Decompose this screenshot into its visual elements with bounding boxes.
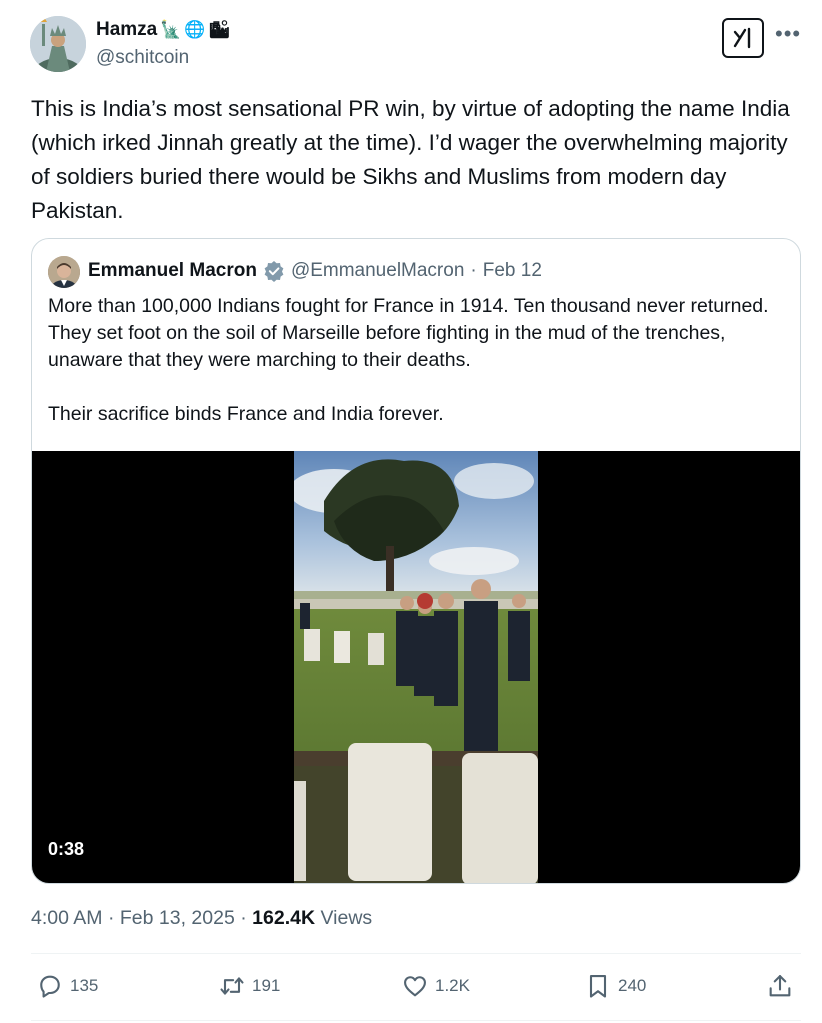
- grok-button[interactable]: [722, 18, 764, 58]
- repost-count: 191: [252, 976, 281, 995]
- grok-icon: [733, 27, 751, 49]
- share-button[interactable]: [766, 972, 794, 1000]
- reply-icon: [40, 975, 60, 998]
- bookmark-icon: [589, 975, 607, 998]
- verified-badge-icon: [264, 261, 284, 282]
- tweet-date[interactable]: Feb 13, 2025: [120, 907, 235, 929]
- quoted-tweet-header: Emmanuel Macron @EmmanuelMacron · Feb 12: [88, 260, 542, 282]
- quoted-tweet-text: More than 100,000 Indians fought for Fra…: [48, 293, 788, 428]
- cityscape-emoji: 🏙: [208, 19, 231, 40]
- heart-icon: [404, 976, 426, 997]
- repost-button[interactable]: 191: [218, 972, 280, 1000]
- tweet-meta: 4:00 AM · Feb 13, 2025 · 162.4K Views: [31, 907, 372, 930]
- tweet-time[interactable]: 4:00 AM: [31, 907, 103, 929]
- reply-button[interactable]: 135: [36, 972, 98, 1000]
- divider: [31, 953, 801, 954]
- like-button[interactable]: 1.2K: [401, 972, 470, 1000]
- author-avatar[interactable]: [30, 16, 86, 72]
- video-player[interactable]: 0:38: [32, 451, 800, 883]
- quoted-tweet-card[interactable]: Emmanuel Macron @EmmanuelMacron · Feb 12…: [31, 238, 801, 884]
- like-count: 1.2K: [435, 976, 470, 995]
- bookmark-count: 240: [618, 976, 647, 995]
- separator-dot: ·: [470, 260, 477, 281]
- author-display-name[interactable]: Hamza 🗽 🌐 🏙: [96, 19, 230, 41]
- bookmark-button[interactable]: 240: [584, 972, 646, 1000]
- quoted-tweet-paragraph: More than 100,000 Indians fought for Fra…: [48, 295, 769, 371]
- views-label: Views: [320, 907, 373, 929]
- more-icon: •••: [775, 21, 802, 46]
- views-count: 162.4K: [252, 907, 316, 929]
- share-icon: [769, 975, 791, 997]
- divider: [31, 1020, 801, 1021]
- separator-dot: ·: [240, 907, 247, 929]
- separator-dot: ·: [107, 907, 115, 929]
- quoted-author-avatar: [48, 256, 80, 288]
- quoted-tweet-paragraph: Their sacrifice binds France and India f…: [48, 403, 444, 425]
- author-name-text: Hamza: [96, 19, 158, 40]
- author-handle[interactable]: @schitcoin: [96, 47, 189, 69]
- statue-of-liberty-emoji: 🗽: [160, 19, 182, 40]
- video-duration: 0:38: [48, 839, 85, 859]
- quoted-tweet-date[interactable]: Feb 12: [483, 260, 542, 282]
- video-thumbnail: [294, 451, 538, 883]
- reply-count: 135: [70, 976, 99, 995]
- quoted-author-handle: @EmmanuelMacron: [290, 260, 465, 281]
- tweet-text: This is India’s most sensational PR win,…: [31, 96, 790, 223]
- globe-emoji: 🌐: [184, 19, 206, 40]
- quoted-author-name[interactable]: Emmanuel Macron: [88, 260, 257, 282]
- more-button[interactable]: •••: [775, 21, 802, 50]
- repost-icon: [220, 977, 244, 995]
